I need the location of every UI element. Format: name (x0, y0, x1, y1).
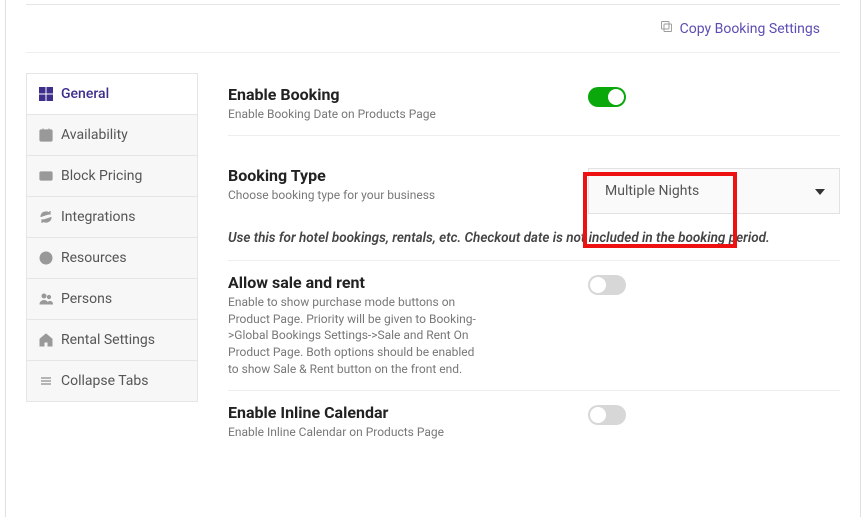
setting-title: Allow sale and rent (228, 273, 488, 292)
globe-icon (39, 251, 53, 265)
sidebar-item-rental-settings[interactable]: Rental Settings (27, 320, 197, 361)
setting-inline-calendar: Enable Inline Calendar Enable Inline Cal… (228, 391, 840, 453)
settings-main: Enable Booking Enable Booking Date on Pr… (198, 73, 840, 453)
setting-desc: Enable to show purchase mode buttons on … (228, 294, 488, 378)
card-icon (39, 169, 53, 183)
sidebar-item-label: Block Pricing (61, 168, 142, 184)
sidebar-item-persons[interactable]: Persons (27, 279, 197, 320)
sidebar-item-label: Rental Settings (61, 332, 155, 348)
setting-desc: Choose booking type for your business (228, 187, 588, 204)
booking-type-selected: Multiple Nights (605, 183, 699, 199)
setting-desc: Enable Inline Calendar on Products Page (228, 424, 588, 441)
enable-booking-toggle[interactable] (588, 87, 626, 107)
list-icon (39, 374, 53, 388)
setting-enable-booking: Enable Booking Enable Booking Date on Pr… (228, 73, 840, 136)
persons-icon (39, 292, 53, 306)
sidebar-item-block-pricing[interactable]: Block Pricing (27, 156, 197, 197)
setting-desc: Enable Booking Date on Products Page (228, 106, 588, 123)
settings-sidebar: General Availability Block Pricing Integ… (26, 73, 198, 402)
grid-icon (39, 87, 53, 101)
booking-type-hint: Use this for hotel bookings, rentals, et… (228, 220, 840, 261)
sidebar-item-label: Collapse Tabs (61, 373, 149, 389)
booking-type-select[interactable]: Multiple Nights (588, 168, 840, 214)
home-icon (39, 333, 53, 347)
allow-sale-rent-toggle[interactable] (588, 275, 626, 295)
sidebar-item-label: Availability (61, 127, 128, 143)
setting-title: Enable Booking (228, 85, 588, 104)
setting-title: Booking Type (228, 166, 588, 185)
copy-booking-settings-label: Copy Booking Settings (680, 21, 820, 37)
sidebar-item-general[interactable]: General (27, 74, 197, 115)
copy-booking-settings-link[interactable]: Copy Booking Settings (659, 19, 820, 38)
sidebar-item-label: Resources (61, 250, 127, 266)
sidebar-item-label: General (61, 86, 109, 102)
sidebar-item-resources[interactable]: Resources (27, 238, 197, 279)
setting-title: Enable Inline Calendar (228, 403, 588, 422)
sidebar-item-availability[interactable]: Availability (27, 115, 197, 156)
chevron-down-icon (815, 183, 825, 199)
calendar-icon (39, 128, 53, 142)
copy-icon (659, 19, 674, 38)
inline-calendar-toggle[interactable] (588, 405, 626, 425)
setting-allow-sale-rent: Allow sale and rent Enable to show purch… (228, 261, 840, 391)
setting-booking-type: Booking Type Choose booking type for you… (228, 136, 840, 220)
sidebar-item-integrations[interactable]: Integrations (27, 197, 197, 238)
sidebar-item-label: Persons (61, 291, 112, 307)
refresh-icon (39, 210, 53, 224)
sidebar-item-collapse-tabs[interactable]: Collapse Tabs (27, 361, 197, 401)
sidebar-item-label: Integrations (61, 209, 135, 225)
